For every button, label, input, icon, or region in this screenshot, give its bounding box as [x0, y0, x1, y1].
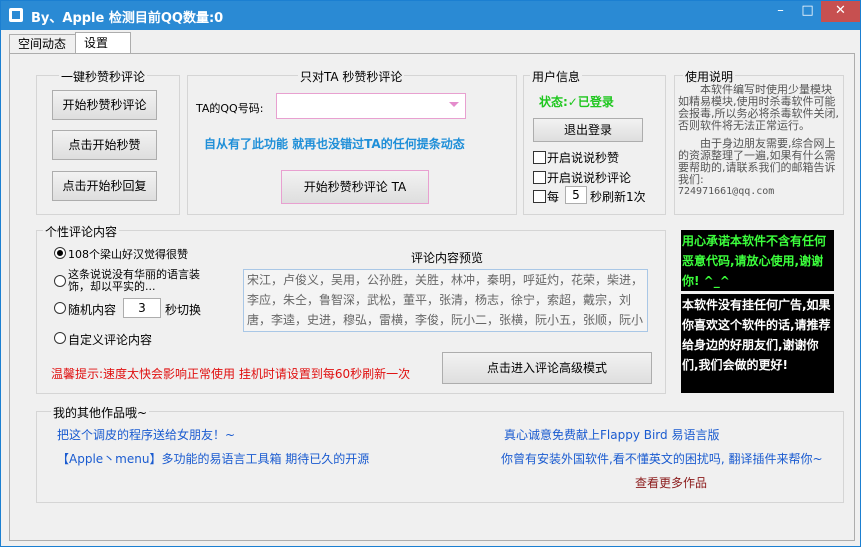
close-button[interactable]: ✕	[821, 1, 860, 22]
one-click-title: 一键秒赞秒评论	[59, 68, 148, 85]
promise-banner: 用心承诺本软件不含有任何恶意代码,请放心使用,谢谢你! ^_^	[681, 230, 834, 291]
speed-tip: 温馨提示:速度太快会影响正常使用 挂机时请设置到每60秒刷新一次	[51, 367, 411, 381]
instructions-para1: 本软件编写时使用少量模块如精易模块,使用时杀毒软件可能会报毒,所以务必将杀毒软件…	[678, 84, 839, 132]
minimize-button[interactable]: –	[767, 1, 794, 22]
auto-like-label: 开启说说秒赞	[547, 151, 620, 165]
auto-like-checkbox[interactable]	[533, 151, 546, 164]
user-title: 用户信息	[530, 68, 583, 85]
refresh-suffix-label: 秒刷新1次	[590, 190, 646, 204]
target-title: 只对TA 秒赞秒评论	[298, 68, 405, 85]
window-title: By、Apple 检测目前QQ数量:0	[31, 11, 224, 26]
more-works-link[interactable]: 查看更多作品	[635, 474, 707, 491]
target-group: 只对TA 秒赞秒评论 TA的QQ号码: 自从有了此功能 就再也没错过TA的任何提…	[187, 68, 517, 215]
preview-title: 评论内容预览	[411, 251, 484, 265]
option-custom-label: 自定义评论内容	[68, 333, 153, 347]
option-random-label: 随机内容	[68, 303, 117, 317]
qq-select[interactable]	[276, 93, 466, 119]
toolbox-link[interactable]: 【Apple丶menu】多功能的易语言工具箱 期待已久的开源	[57, 450, 369, 467]
option-108-radio[interactable]	[54, 247, 66, 259]
option-custom-radio[interactable]	[54, 332, 66, 344]
start-reply-button[interactable]: 点击开始秒回复	[52, 171, 157, 201]
title-bar[interactable]: By、Apple 检测目前QQ数量:0 – □ ✕	[1, 1, 860, 30]
instructions-para2: 由于身边朋友需要,综合网上的资源整理了一遍,如果有什么需要帮助的,请联系我们的邮…	[678, 137, 836, 186]
option-plain-radio[interactable]	[54, 275, 66, 287]
tab-settings[interactable]: 设置	[75, 32, 131, 54]
start-like-button[interactable]: 点击开始秒赞	[52, 130, 157, 160]
advanced-mode-button[interactable]: 点击进入评论高级模式	[442, 352, 652, 384]
instructions-text: 本软件编写时使用少量模块如精易模块,使用时杀毒软件可能会报毒,所以务必将杀毒软件…	[678, 84, 840, 212]
random-suffix-label: 秒切换	[165, 303, 202, 317]
target-hint: 自从有了此功能 就再也没错过TA的任何提条动态	[204, 137, 465, 151]
works-group: 我的其他作品哦~ 把这个调皮的程序送给女朋友！~ 【Apple丶menu】多功能…	[36, 404, 844, 503]
settings-panel: 一键秒赞秒评论 开始秒赞秒评论 点击开始秒赞 点击开始秒回复 只对TA 秒赞秒评…	[9, 53, 855, 541]
option-108-label: 108个梁山好汉觉得很赞	[68, 248, 188, 261]
refresh-seconds-input[interactable]: 5	[565, 186, 587, 204]
works-title: 我的其他作品哦~	[51, 404, 150, 421]
qq-label: TA的QQ号码:	[196, 102, 264, 115]
auto-comment-checkbox[interactable]	[533, 171, 546, 184]
start-target-button[interactable]: 开始秒赞秒评论 TA	[281, 170, 429, 204]
refresh-every-label: 每	[547, 190, 560, 204]
contact-email: 724971661@qq.com	[678, 186, 775, 197]
instructions-title: 使用说明	[683, 68, 736, 85]
girlfriend-link[interactable]: 把这个调皮的程序送给女朋友！~	[57, 426, 235, 443]
refresh-checkbox[interactable]	[533, 190, 546, 203]
logout-button[interactable]: 退出登录	[533, 118, 643, 142]
comment-title: 个性评论内容	[43, 223, 120, 240]
start-like-comment-button[interactable]: 开始秒赞秒评论	[52, 90, 157, 120]
no-ads-banner: 本软件没有挂任何广告,如果你喜欢这个软件的话,请推荐给身边的好朋友们,谢谢你们,…	[681, 294, 834, 393]
translate-plugin-link[interactable]: 你曾有安装外国软件,看不懂英文的困扰吗, 翻译插件来帮你~	[501, 450, 823, 467]
preview-textbox[interactable]: 宋江，卢俊义，吴用，公孙胜，关胜，林冲，秦明，呼延灼，花荣，柴进，李应，朱仝，鲁…	[243, 269, 648, 332]
tab-space-feed[interactable]: 空间动态	[9, 34, 83, 53]
one-click-group: 一键秒赞秒评论 开始秒赞秒评论 点击开始秒赞 点击开始秒回复	[36, 68, 180, 215]
chevron-down-icon	[449, 102, 459, 107]
user-group: 用户信息 状态:✓已登录 退出登录 开启说说秒赞 开启说说秒评论 每 5 秒刷新…	[523, 68, 666, 215]
option-plain-label: 这条说说没有华丽的语言装饰，却以平实的...	[68, 268, 200, 293]
option-random-radio[interactable]	[54, 302, 66, 314]
app-icon	[9, 8, 23, 22]
auto-comment-label: 开启说说秒评论	[547, 171, 632, 185]
app-window: By、Apple 检测目前QQ数量:0 – □ ✕ 空间动态 设置 一键秒赞秒评…	[0, 0, 861, 547]
maximize-button[interactable]: □	[794, 1, 821, 22]
random-seconds-input[interactable]: 3	[123, 298, 161, 318]
comment-group: 个性评论内容 108个梁山好汉觉得很赞 这条说说没有华丽的语言装饰，却以平实的.…	[36, 223, 666, 394]
login-status: 状态:✓已登录	[539, 95, 614, 109]
flappy-bird-link[interactable]: 真心诚意免费献上Flappy Bird 易语言版	[504, 426, 719, 443]
